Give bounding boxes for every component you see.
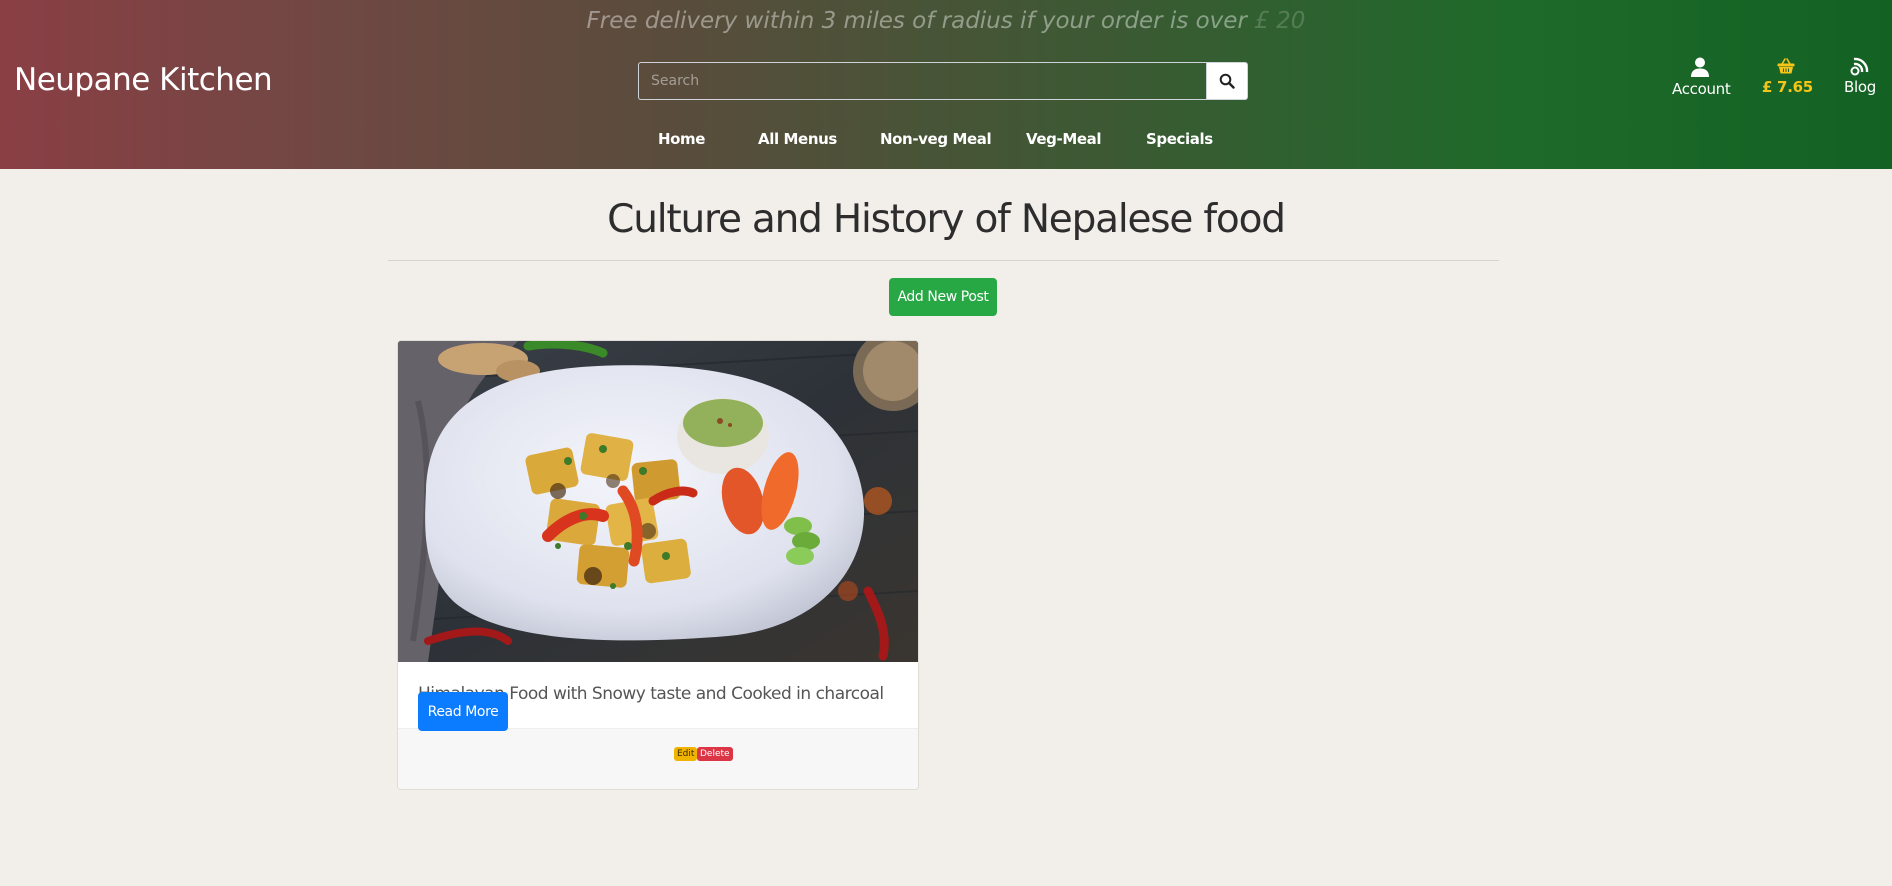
user-icon (1691, 57, 1709, 77)
search-icon (1219, 73, 1235, 89)
blog-feed-icon (1850, 57, 1869, 76)
post-image[interactable] (398, 341, 918, 662)
delete-post-button[interactable]: Delete (697, 747, 733, 761)
promo-banner: Free delivery within 3 miles of radius i… (0, 8, 1892, 34)
nav-non-veg-meal[interactable]: Non-veg Meal (880, 130, 992, 148)
account-link[interactable]: Account (1672, 56, 1731, 98)
main-nav: Home All Menus Non-veg Meal Veg-Meal Spe… (0, 130, 1892, 154)
page-title: Culture and History of Nepalese food (607, 197, 1286, 242)
nav-home[interactable]: Home (658, 130, 705, 148)
search-bar (638, 62, 1248, 100)
read-more-button[interactable]: Read More (418, 692, 508, 731)
site-header: Free delivery within 3 miles of radius i… (0, 0, 1892, 169)
card-footer (398, 728, 918, 789)
account-label: Account (1672, 80, 1731, 98)
food-plate-illustration (398, 341, 918, 662)
nav-specials[interactable]: Specials (1146, 130, 1213, 148)
brand-logo-text[interactable]: Neupane Kitchen (14, 62, 273, 98)
cart-total: £ 7.65 (1762, 78, 1813, 96)
blog-label: Blog (1844, 78, 1876, 96)
search-input[interactable] (638, 62, 1206, 100)
basket-icon (1777, 58, 1795, 74)
title-divider (388, 260, 1499, 261)
promo-text: Free delivery within 3 miles of radius i… (586, 8, 1247, 34)
blog-link[interactable]: Blog (1842, 56, 1878, 96)
add-new-post-button[interactable]: Add New Post (889, 278, 997, 316)
edit-post-button[interactable]: Edit (674, 747, 698, 761)
promo-amount: £ 20 (1254, 8, 1306, 34)
nav-veg-meal[interactable]: Veg-Meal (1026, 130, 1101, 148)
nav-all-menus[interactable]: All Menus (758, 130, 837, 148)
search-button[interactable] (1206, 62, 1248, 100)
blog-post-card: Himalayan Food with Snowy taste and Cook… (397, 340, 919, 790)
cart-link[interactable]: £ 7.65 (1762, 56, 1813, 96)
